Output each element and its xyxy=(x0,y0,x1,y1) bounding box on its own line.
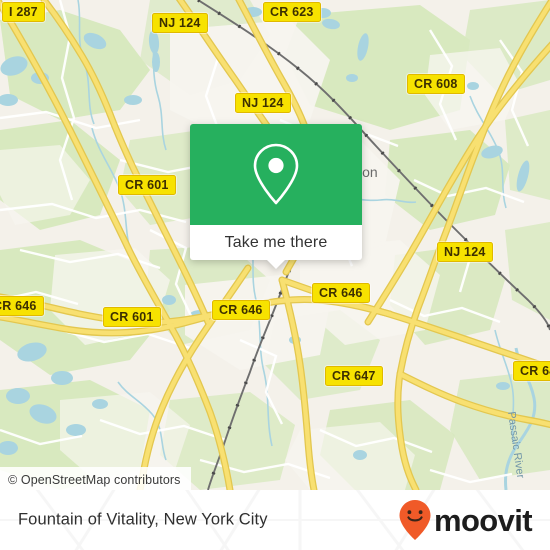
road-shield-label: CR 608 xyxy=(414,77,458,91)
road-shield-label: CR 646 xyxy=(0,299,37,313)
road-shield-label: CR 601 xyxy=(110,310,154,324)
footer-bar: Fountain of Vitality, New York City moov… xyxy=(0,490,550,550)
location-callout[interactable]: Take me there xyxy=(190,124,362,269)
osm-attribution[interactable]: © OpenStreetMap contributors xyxy=(0,467,191,490)
road-shield-label: CR 646 xyxy=(219,303,263,317)
shield-cr-646-mid: CR 646 xyxy=(212,300,270,321)
road-shield-label: CR 623 xyxy=(270,5,314,19)
moovit-wordmark: moovit xyxy=(433,502,533,538)
road-shield-label: NJ 124 xyxy=(444,245,486,259)
road-shield-label: CR 647 xyxy=(332,369,376,383)
road-shield-label: NJ 124 xyxy=(159,16,201,30)
map-canvas[interactable]: ison Passaic River I 287 CR 623 NJ 124 CR 6… xyxy=(0,0,550,490)
footer-place-title: Fountain of Vitality, New York City xyxy=(18,510,268,529)
moovit-logo[interactable]: moovit xyxy=(398,499,533,541)
map-share-card: ison Passaic River I 287 CR 623 NJ 124 CR 6… xyxy=(0,0,550,550)
shield-i-287: I 287 xyxy=(2,2,45,23)
take-me-there-label: Take me there xyxy=(224,233,328,251)
shield-cr-601-upper: CR 601 xyxy=(118,175,176,196)
road-shield-label: NJ 124 xyxy=(242,96,284,110)
callout-pointer-tail xyxy=(266,259,286,269)
callout-pin-panel xyxy=(190,124,362,225)
moovit-smiley-pin-icon xyxy=(399,500,431,540)
shield-cr-601-lower: CR 601 xyxy=(103,307,161,328)
osm-attribution-text: © OpenStreetMap contributors xyxy=(8,472,181,487)
shield-cr-608: CR 608 xyxy=(407,74,465,95)
map-pin-icon xyxy=(253,143,299,204)
shield-cr-646-west: CR 646 xyxy=(0,296,44,317)
road-shield-label: CR 646 xyxy=(319,286,363,300)
road-shield-label: CR 64 xyxy=(520,364,550,378)
shield-cr-646-center: CR 646 xyxy=(312,283,370,304)
shield-nj-124-east: NJ 124 xyxy=(437,242,493,263)
shield-nj-124-north: NJ 124 xyxy=(152,13,208,34)
shield-cr-623: CR 623 xyxy=(263,2,321,23)
road-shield-label: I 287 xyxy=(9,5,38,19)
shield-cr-646-east: CR 64 xyxy=(513,361,550,382)
road-shield-label: CR 601 xyxy=(125,178,169,192)
callout-action-bar[interactable]: Take me there xyxy=(190,225,362,269)
shield-cr-647: CR 647 xyxy=(325,366,383,387)
shield-nj-124-upper: NJ 124 xyxy=(235,93,291,114)
